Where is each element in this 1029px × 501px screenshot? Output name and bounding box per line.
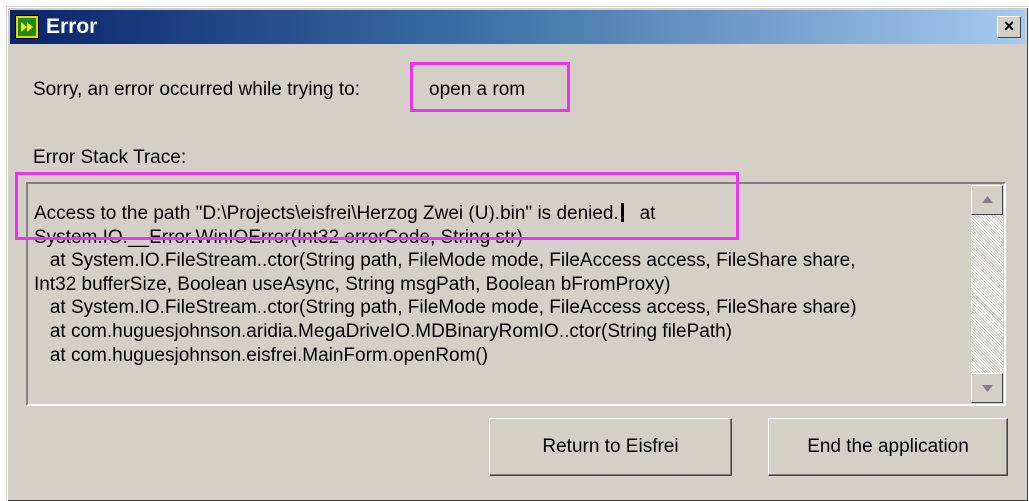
stack-trace-label: Error Stack Trace: [33,147,187,168]
window-title: Error [46,15,98,38]
error-action-text: open a rom [429,79,526,100]
trace-line-5: at System.IO.FileStream..ctor(String pat… [34,297,857,319]
error-message-label: Sorry, an error occurred while trying to… [33,79,360,100]
trace-line-4: Int32 bufferSize, Boolean useAsync, Stri… [34,273,671,295]
trace-line-3: at System.IO.FileStream..ctor(String pat… [34,250,856,272]
arrow-up-icon[interactable] [971,185,1003,215]
stack-trace-text: Access to the path "D:\Projects\eisfrei\… [34,202,966,367]
close-icon[interactable]: × [997,16,1021,38]
vertical-scrollbar[interactable] [971,185,1003,403]
return-to-eisfrei-button[interactable]: Return to Eisfrei [489,418,732,476]
arrow-down-icon[interactable] [971,373,1003,403]
trace-line-1-suffix: at [623,203,656,224]
app-icon [15,15,39,39]
error-dialog: Error × Sorry, an error occurred while t… [6,6,1028,501]
title-bar[interactable]: Error × [10,10,1025,44]
trace-line-1: Access to the path "D:\Projects\eisfrei\… [34,203,619,224]
trace-line-2: System.IO.__Error.WinIOError(Int32 error… [34,226,523,248]
stack-trace-textbox[interactable]: Access to the path "D:\Projects\eisfrei\… [26,182,1006,406]
trace-line-7: at com.huguesjohnson.eisfrei.MainForm.op… [34,344,489,366]
end-application-button[interactable]: End the application [768,418,1008,476]
trace-line-6: at com.huguesjohnson.aridia.MegaDriveIO.… [34,320,732,342]
